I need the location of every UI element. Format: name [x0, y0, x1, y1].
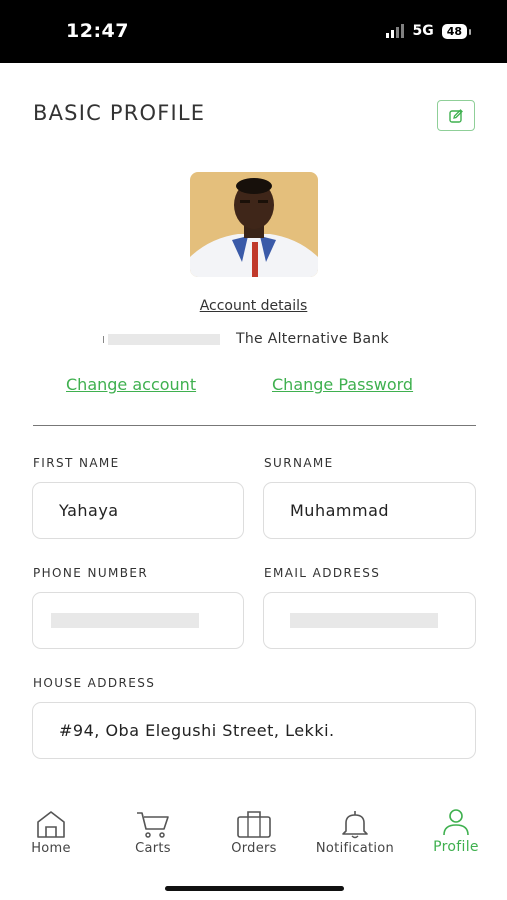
status-icons: 5G 48	[386, 23, 472, 39]
change-password-link[interactable]: Change Password	[272, 375, 413, 394]
change-account-link[interactable]: Change account	[66, 375, 196, 394]
user-icon	[443, 809, 469, 836]
first-name-label: FIRST NAME	[33, 456, 120, 470]
status-time: 12:47	[66, 20, 129, 42]
phone-number-label: PHONE NUMBER	[33, 566, 149, 580]
house-address-label: HOUSE ADDRESS	[33, 676, 156, 690]
masked-phone-number	[51, 613, 199, 628]
edit-profile-button[interactable]	[437, 100, 475, 131]
surname-value: Muhammad	[290, 501, 390, 520]
masked-account-number	[108, 334, 220, 345]
tab-profile-label: Profile	[433, 839, 479, 855]
orders-icon	[237, 811, 271, 838]
tab-carts[interactable]: Carts	[105, 807, 201, 856]
tab-carts-label: Carts	[135, 841, 171, 856]
tab-bar: Home Carts Orders Notification Profile	[0, 792, 507, 900]
bank-name: The Alternative Bank	[236, 331, 389, 347]
phone-number-field[interactable]	[32, 592, 244, 649]
house-address-field[interactable]: #94, Oba Elegushi Street, Lekki.	[32, 702, 476, 759]
divider	[33, 425, 476, 426]
signal-icon	[386, 24, 405, 38]
status-bar: 12:47 5G 48	[0, 0, 507, 63]
home-icon	[37, 811, 65, 838]
bell-icon	[342, 811, 368, 839]
email-address-label: EMAIL ADDRESS	[264, 566, 381, 580]
home-indicator[interactable]	[165, 886, 344, 891]
masked-marker	[103, 336, 104, 343]
avatar	[190, 172, 318, 277]
masked-email-address	[290, 613, 438, 628]
tab-notification[interactable]: Notification	[307, 807, 403, 856]
surname-field[interactable]: Muhammad	[263, 482, 476, 539]
battery-icon: 48	[441, 23, 472, 39]
tab-profile[interactable]: Profile	[408, 805, 504, 855]
tab-home[interactable]: Home	[3, 807, 99, 856]
surname-label: SURNAME	[264, 456, 334, 470]
page-title: BASIC PROFILE	[33, 101, 206, 125]
first-name-value: Yahaya	[59, 501, 119, 520]
tab-home-label: Home	[31, 841, 71, 856]
cart-icon	[137, 812, 169, 838]
network-label: 5G	[412, 23, 434, 39]
tab-orders-label: Orders	[231, 841, 277, 856]
edit-icon	[449, 108, 463, 123]
email-address-field[interactable]	[263, 592, 476, 649]
first-name-field[interactable]: Yahaya	[32, 482, 244, 539]
house-address-value: #94, Oba Elegushi Street, Lekki.	[59, 721, 335, 740]
account-details-link[interactable]: Account details	[0, 298, 507, 314]
tab-orders[interactable]: Orders	[206, 807, 302, 856]
tab-notification-label: Notification	[315, 841, 395, 856]
